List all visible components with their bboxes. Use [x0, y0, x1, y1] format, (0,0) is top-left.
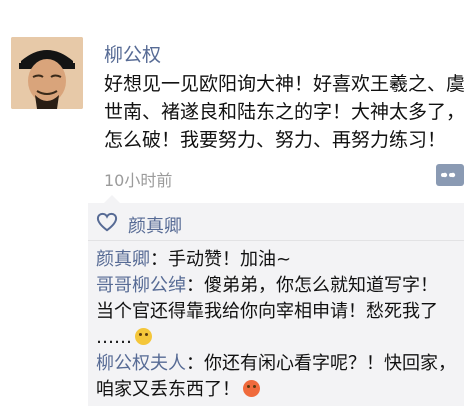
likes-row: 颜真卿	[88, 203, 464, 241]
comment-more-icon[interactable]	[436, 164, 464, 186]
post-text-line: 怎么破！我要努力、努力、再努力练习！	[104, 129, 447, 151]
panel-caret	[104, 195, 120, 203]
commenter-name[interactable]: 柳公权夫人	[96, 353, 186, 374]
comment-item[interactable]: 柳公权夫人：你还有闲心看字呢？！快回家，	[96, 351, 460, 377]
commenter-name[interactable]: 哥哥柳公绰	[96, 275, 186, 296]
poster-name[interactable]: 柳公权	[104, 40, 161, 67]
comment-dots-icon	[442, 172, 456, 178]
avatar[interactable]	[11, 37, 83, 109]
heart-icon	[96, 212, 118, 232]
post-text: 好想见一见欧阳询大神！好喜欢王羲之、虞 世南、褚遂良和陆东之的字！大神太多了， …	[104, 70, 466, 154]
avatar-portrait	[11, 37, 83, 109]
comment-continuation: ……	[96, 325, 460, 351]
comment-text: 咱家又丢东西了！	[96, 379, 240, 400]
comment-item[interactable]: 颜真卿：手动赞！加油~	[96, 247, 460, 273]
like-name[interactable]: 颜真卿	[128, 212, 182, 238]
post-timestamp: 10小时前	[104, 171, 173, 190]
comment-text: ……	[96, 327, 132, 348]
comment-text: ：手动赞！加油~	[150, 249, 292, 270]
comment-item[interactable]: 哥哥柳公绰：傻弟弟，你怎么就知道写字！	[96, 273, 460, 299]
post-text-line: 世南、褚遂良和陆东之的字！大神太多了，	[104, 101, 466, 123]
commenter-name[interactable]: 颜真卿	[96, 249, 150, 270]
sweat-smile-emoji-icon	[135, 328, 152, 345]
comment-continuation: 咱家又丢东西了！	[96, 377, 460, 403]
angry-face-emoji-icon	[243, 380, 260, 397]
comment-text: ：傻弟弟，你怎么就知道写字！	[186, 275, 438, 296]
interaction-panel: 颜真卿 颜真卿：手动赞！加油~ 哥哥柳公绰：傻弟弟，你怎么就知道写字！ 当个官还…	[88, 203, 464, 406]
comment-list: 颜真卿：手动赞！加油~ 哥哥柳公绰：傻弟弟，你怎么就知道写字！ 当个官还得靠我给…	[96, 247, 460, 403]
post-text-line: 好想见一见欧阳询大神！好喜欢王羲之、虞	[104, 73, 466, 95]
comment-continuation: 当个官还得靠我给你向宰相申请！愁死我了	[96, 301, 438, 322]
comment-text: ：你还有闲心看字呢？！快回家，	[186, 353, 456, 374]
